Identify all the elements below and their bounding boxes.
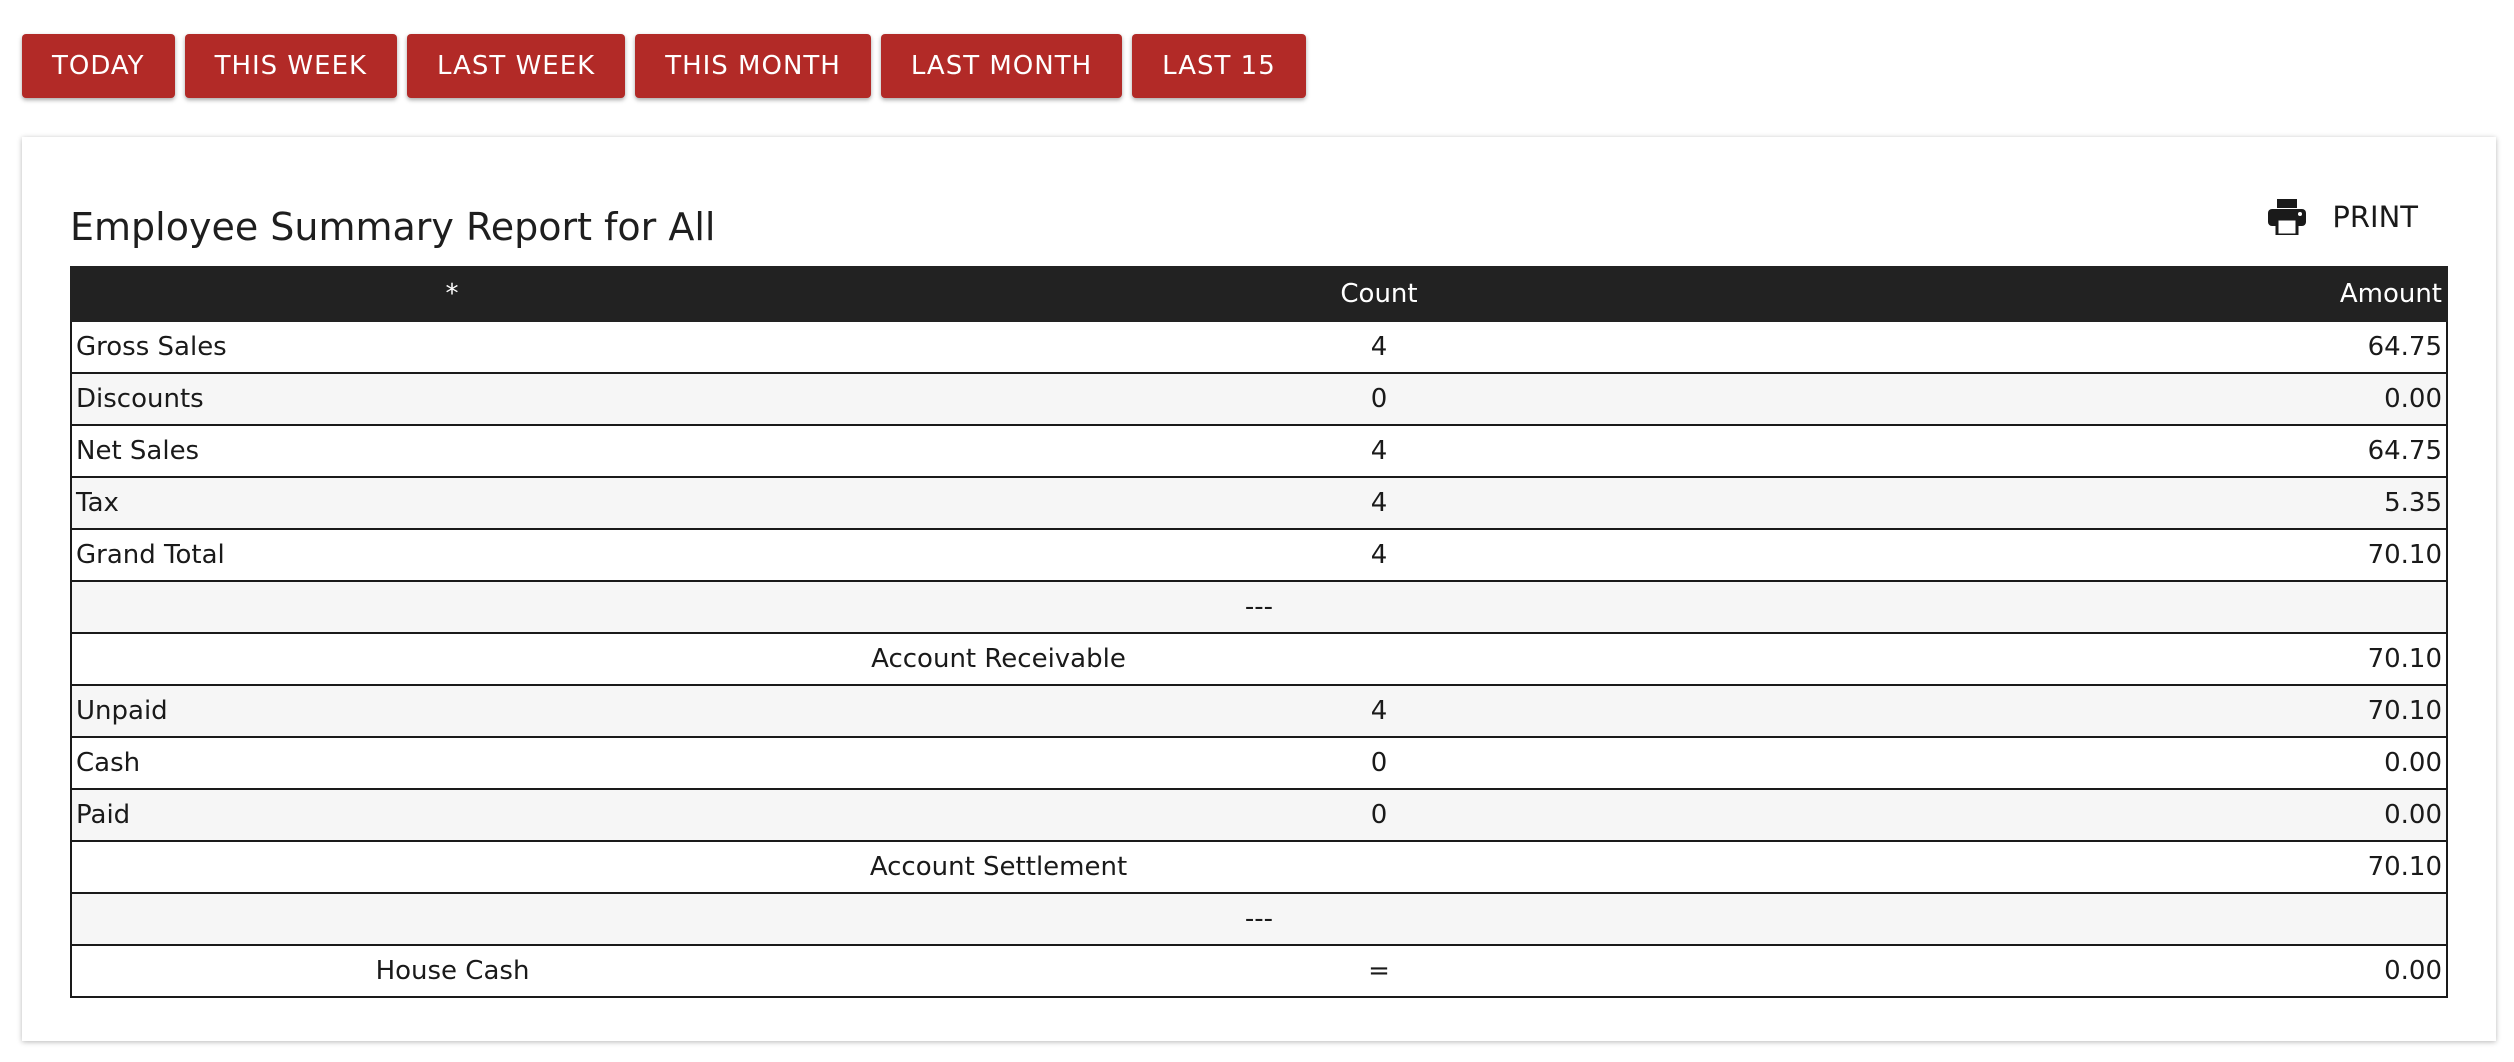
row-amount: 0.00	[1925, 788, 2448, 842]
table-header-row: * Count Amount	[70, 266, 2448, 322]
section-amount: 70.10	[1925, 632, 2448, 686]
report-title: Employee Summary Report for All	[70, 205, 716, 249]
section-label: Account Receivable	[70, 632, 1925, 686]
table-row: Unpaid 4 70.10	[70, 684, 2448, 738]
today-button[interactable]: TODAY	[22, 34, 175, 98]
row-label: Cash	[70, 736, 833, 790]
row-count: 0	[833, 736, 1925, 790]
row-label: House Cash	[70, 944, 833, 998]
last-week-button[interactable]: LAST WEEK	[407, 34, 626, 98]
summary-table: * Count Amount Gross Sales 4 64.75 Disco…	[70, 266, 2448, 998]
this-month-button[interactable]: THIS MONTH	[635, 34, 871, 98]
row-count: 4	[833, 424, 1925, 478]
section-amount: 70.10	[1925, 840, 2448, 894]
row-label: Unpaid	[70, 684, 833, 738]
table-row: Gross Sales 4 64.75	[70, 320, 2448, 374]
separator-row: ---	[70, 580, 2448, 634]
table-row: Paid 0 0.00	[70, 788, 2448, 842]
row-label: Grand Total	[70, 528, 833, 582]
table-row: Discounts 0 0.00	[70, 372, 2448, 426]
section-row: Account Settlement 70.10	[70, 840, 2448, 894]
print-label: PRINT	[2332, 200, 2418, 234]
row-count: 0	[833, 788, 1925, 842]
row-amount: 5.35	[1925, 476, 2448, 530]
row-count: 4	[833, 684, 1925, 738]
row-amount: 0.00	[1925, 372, 2448, 426]
row-amount: 64.75	[1925, 424, 2448, 478]
this-week-button[interactable]: THIS WEEK	[184, 34, 398, 98]
separator-text: ---	[70, 580, 2448, 634]
column-header-amount: Amount	[1924, 266, 2448, 322]
table-row: Net Sales 4 64.75	[70, 424, 2448, 478]
column-header-count: Count	[832, 266, 1926, 322]
separator-text: ---	[70, 892, 2448, 946]
row-amount: 70.10	[1925, 684, 2448, 738]
row-count: 4	[833, 320, 1925, 374]
row-label: Discounts	[70, 372, 833, 426]
table-row: Grand Total 4 70.10	[70, 528, 2448, 582]
row-amount: 0.00	[1925, 736, 2448, 790]
last-15-button[interactable]: LAST 15	[1132, 34, 1306, 98]
table-row: Cash 0 0.00	[70, 736, 2448, 790]
print-button[interactable]: PRINT	[2268, 199, 2418, 235]
date-range-toolbar: TODAY THIS WEEK LAST WEEK THIS MONTH LAS…	[22, 34, 1306, 98]
row-count: 0	[833, 372, 1925, 426]
row-label: Tax	[70, 476, 833, 530]
row-label: Gross Sales	[70, 320, 833, 374]
column-header-label: *	[70, 266, 834, 322]
last-month-button[interactable]: LAST MONTH	[880, 34, 1123, 98]
separator-row: ---	[70, 892, 2448, 946]
table-row: House Cash = 0.00	[70, 944, 2448, 998]
row-amount: 70.10	[1925, 528, 2448, 582]
row-amount: 0.00	[1925, 944, 2448, 998]
row-label: Net Sales	[70, 424, 833, 478]
row-count: 4	[833, 528, 1925, 582]
table-row: Tax 4 5.35	[70, 476, 2448, 530]
report-card: Employee Summary Report for All PRINT * …	[22, 137, 2496, 1041]
row-count: =	[833, 944, 1925, 998]
section-row: Account Receivable 70.10	[70, 632, 2448, 686]
printer-icon	[2268, 199, 2307, 235]
section-label: Account Settlement	[70, 840, 1925, 894]
row-count: 4	[833, 476, 1925, 530]
row-label: Paid	[70, 788, 833, 842]
row-amount: 64.75	[1925, 320, 2448, 374]
